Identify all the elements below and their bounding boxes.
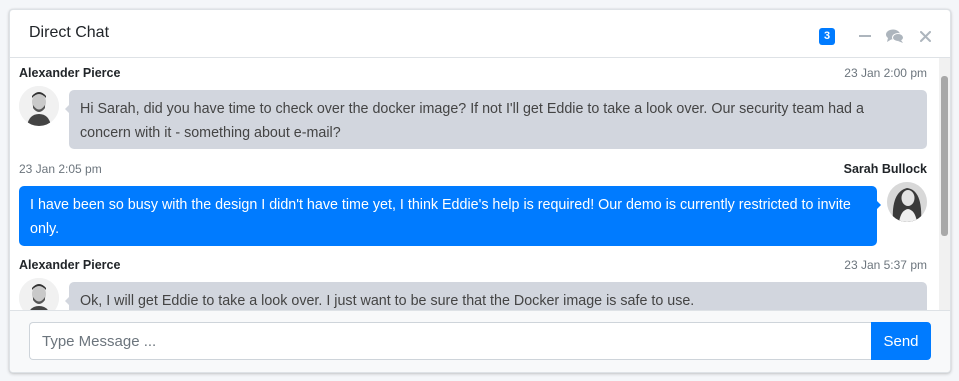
send-button[interactable]: Send bbox=[871, 322, 931, 360]
message-timestamp: 23 Jan 2:05 pm bbox=[19, 162, 102, 176]
message-text: Ok, I will get Eddie to take a look over… bbox=[65, 282, 927, 310]
card-tools: 3 bbox=[819, 26, 936, 46]
close-icon bbox=[919, 30, 931, 42]
collapse-button[interactable] bbox=[854, 27, 876, 45]
card-title: Direct Chat bbox=[29, 24, 110, 41]
card-header: Direct Chat 3 bbox=[10, 10, 950, 58]
message-timestamp: 23 Jan 2:00 pm bbox=[844, 66, 927, 80]
avatar bbox=[887, 182, 927, 222]
user-avatar-image bbox=[887, 182, 927, 222]
message-text: Hi Sarah, did you have time to check ove… bbox=[65, 90, 927, 149]
avatar bbox=[19, 86, 59, 126]
message-item: Alexander Pierce 23 Jan 2:00 pm Hi Sarah… bbox=[19, 66, 927, 149]
message-author: Alexander Pierce bbox=[19, 66, 121, 80]
message-info: Alexander Pierce 23 Jan 5:37 pm bbox=[19, 258, 927, 274]
message-item: Alexander Pierce 23 Jan 5:37 pm Ok, I wi… bbox=[19, 258, 927, 310]
message-timestamp: 23 Jan 5:37 pm bbox=[844, 258, 927, 272]
avatar bbox=[19, 278, 59, 310]
scrollbar-thumb[interactable] bbox=[941, 76, 948, 236]
contacts-toggle-button[interactable] bbox=[884, 27, 906, 45]
user-avatar-image bbox=[19, 278, 59, 310]
messages-list[interactable]: Alexander Pierce 23 Jan 2:00 pm Hi Sarah… bbox=[10, 58, 950, 310]
message-text: I have been so busy with the design I di… bbox=[19, 186, 881, 246]
message-author: Alexander Pierce bbox=[19, 258, 121, 272]
comments-icon bbox=[886, 29, 904, 43]
card-footer: Send bbox=[10, 310, 950, 372]
message-author: Sarah Bullock bbox=[843, 162, 927, 176]
minus-icon bbox=[859, 35, 871, 37]
new-messages-badge: 3 bbox=[819, 27, 835, 45]
user-avatar-image bbox=[19, 86, 59, 126]
message-info: Alexander Pierce 23 Jan 2:00 pm bbox=[19, 66, 927, 82]
direct-chat-card: Direct Chat 3 Alexander Pierce 23 Jan 2:… bbox=[9, 9, 951, 373]
message-info: 23 Jan 2:05 pm Sarah Bullock bbox=[19, 162, 927, 178]
message-item: 23 Jan 2:05 pm Sarah Bullock I have been… bbox=[19, 162, 927, 246]
remove-button[interactable] bbox=[914, 27, 936, 45]
message-input[interactable] bbox=[29, 322, 871, 360]
messages-scrollbar[interactable] bbox=[939, 58, 950, 310]
